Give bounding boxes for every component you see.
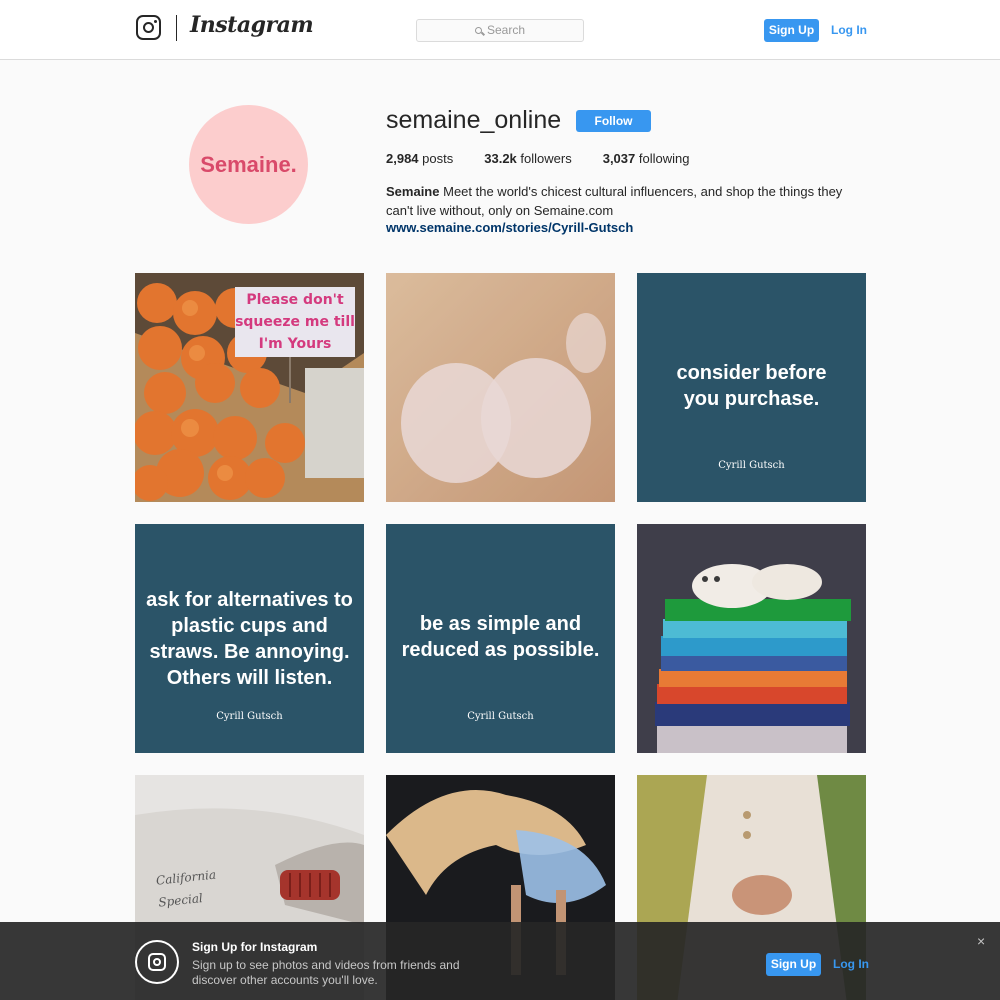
quote-author: Cyrill Gutsch	[216, 711, 283, 722]
signup-banner: Sign Up for Instagram Sign up to see pho…	[0, 922, 1000, 1000]
posts-label: posts	[422, 151, 454, 166]
profile-website-link[interactable]: www.semaine.com/stories/Cyrill-Gutsch	[386, 220, 633, 235]
search-icon	[474, 27, 482, 34]
avatar-logo-text: Semaine.	[200, 152, 297, 177]
cat-sweaters-photo	[637, 524, 866, 753]
header-signup-button[interactable]: Sign Up	[764, 19, 819, 42]
car-script-badge: California Special	[155, 867, 217, 910]
follow-button[interactable]: Follow	[576, 110, 651, 132]
post-bubbles[interactable]	[386, 273, 615, 502]
followers-count: 33.2k	[484, 151, 517, 166]
instagram-camera-icon[interactable]	[136, 15, 161, 40]
profile-bio: Semaine Meet the world's chicest cultura…	[386, 182, 866, 220]
followers-stat[interactable]: 33.2k followers	[484, 151, 571, 166]
profile-username: semaine_online	[386, 106, 562, 134]
close-icon[interactable]: ×	[977, 933, 985, 949]
post-quote-consider[interactable]: consider before you purchase. Cyrill Gut…	[637, 273, 866, 502]
instagram-camera-icon	[135, 940, 179, 984]
quote-author: Cyrill Gutsch	[718, 460, 785, 471]
banner-signup-button[interactable]: Sign Up	[766, 953, 821, 976]
following-label: following	[638, 151, 690, 166]
logo-divider	[176, 15, 177, 41]
header-login-link[interactable]: Log In	[831, 19, 867, 42]
following-stat[interactable]: 3,037 following	[603, 151, 690, 166]
post-quote-alternatives[interactable]: ask for alternatives to plastic cups and…	[135, 524, 364, 753]
peach-sign-text: Please don't squeeze me till I'm Yours	[235, 292, 355, 352]
profile-stats: 2,984 posts 33.2k followers 3,037 follow…	[386, 151, 720, 166]
quote-text: ask for alternatives to plastic cups and…	[146, 589, 353, 689]
quote-text: consider before you purchase.	[676, 362, 827, 410]
quote-author: Cyrill Gutsch	[467, 711, 534, 722]
banner-login-link[interactable]: Log In	[833, 953, 869, 976]
posts-count: 2,984	[386, 151, 419, 166]
bio-text: Meet the world's chicest cultural influe…	[386, 184, 843, 218]
search-input[interactable]: Search	[416, 19, 584, 42]
following-count: 3,037	[602, 151, 636, 166]
post-peaches[interactable]: Please don't squeeze me till I'm Yours	[135, 273, 364, 502]
post-cat-sweaters[interactable]	[637, 524, 866, 753]
banner-title: Sign Up for Instagram	[192, 940, 318, 954]
followers-label: followers	[520, 151, 572, 166]
posts-stat: 2,984 posts	[386, 151, 453, 166]
bio-name: Semaine	[386, 184, 440, 199]
bubbles-photo	[386, 273, 615, 502]
post-quote-simple[interactable]: be as simple and reduced as possible. Cy…	[386, 524, 615, 753]
top-navigation-bar: Instagram Search Sign Up Log In	[0, 0, 1000, 60]
profile-avatar: Semaine.	[189, 105, 308, 224]
search-placeholder: Search	[486, 23, 526, 37]
instagram-wordmark[interactable]: Instagram	[190, 12, 314, 38]
quote-text: be as simple and reduced as possible.	[401, 613, 600, 661]
banner-description: Sign up to see photos and videos from fr…	[192, 958, 460, 987]
